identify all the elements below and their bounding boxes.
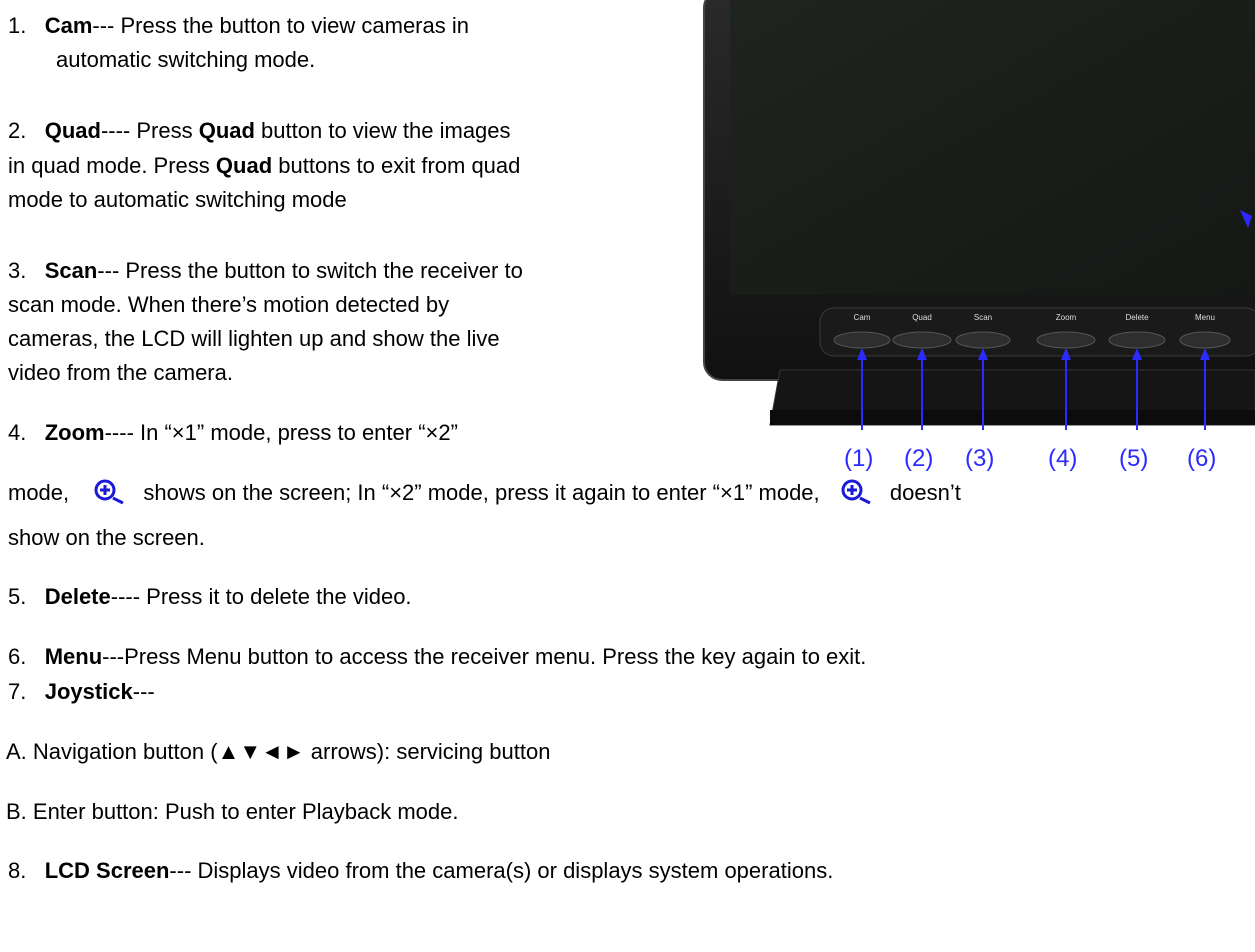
item-lcd: 8. LCD Screen--- Displays video from the… — [8, 857, 833, 885]
item-text: buttons to exit from quad — [272, 153, 521, 178]
item-text: scan mode. When there’s motion detected … — [8, 292, 450, 317]
item-number: 3. — [8, 258, 27, 283]
item-cam: 1. Cam--- Press the button to view camer… — [8, 12, 469, 40]
item-joystick: 7. Joystick--- — [8, 678, 155, 706]
item-title: Menu — [44, 644, 103, 669]
callout-label: (5) — [1119, 445, 1149, 472]
monitor-hardware-button — [1036, 331, 1096, 349]
item-text: mode, — [8, 480, 70, 505]
monitor-illustration: Cam Quad Scan Zoom Delete Menu — [700, 0, 1255, 440]
monitor-button-label: Zoom — [1056, 313, 1077, 322]
item-text-bold: Quad — [198, 118, 255, 143]
item-line: in quad mode. Press Quad buttons to exit… — [8, 152, 520, 180]
item-text: --- Press the button to view cameras in — [92, 13, 469, 38]
monitor-hardware-button — [1108, 331, 1166, 349]
item-number: 8. — [8, 858, 27, 883]
monitor-svg: Cam Quad Scan Zoom Delete Menu — [703, 0, 1255, 440]
callout-label: (4) — [1048, 445, 1078, 472]
item-title: Joystick — [44, 679, 133, 704]
monitor-button-label: Cam — [854, 313, 871, 322]
item-text: ---- Press — [100, 118, 199, 143]
monitor-hardware-button — [892, 331, 952, 349]
item-quad: 2. Quad---- Press Quad button to view th… — [8, 117, 511, 145]
item-number: 6. — [8, 644, 27, 669]
item-delete: 5. Delete---- Press it to delete the vid… — [8, 583, 412, 611]
zoom-in-icon — [93, 478, 127, 513]
item-title: Scan — [44, 258, 98, 283]
item-enter: B. Enter button: Push to enter Playback … — [6, 799, 459, 824]
item-title: Cam — [44, 13, 93, 38]
item-text: ---Press Menu button to access the recei… — [102, 644, 867, 669]
monitor-button-label: Menu — [1195, 313, 1215, 322]
monitor-button-label: Delete — [1125, 313, 1149, 322]
item-text: --- Displays video from the camera(s) or… — [169, 858, 834, 883]
item-text: in quad mode. Press — [8, 153, 216, 178]
item-number: 4. — [8, 420, 27, 445]
item-text: shows on the screen; In “×2” mode, press… — [143, 480, 820, 505]
callout-label: (6) — [1187, 445, 1217, 472]
item-number: 5. — [8, 584, 27, 609]
item-menu: 6. Menu---Press Menu button to access th… — [8, 643, 866, 671]
item-text: ---- Press it to delete the video. — [110, 584, 412, 609]
item-number: 7. — [8, 679, 27, 704]
item-text: --- — [132, 679, 155, 704]
monitor-hardware-button — [833, 331, 891, 349]
item-number: 2. — [8, 118, 27, 143]
item-text: button to view the images — [254, 118, 511, 143]
lcd-screen — [730, 0, 1255, 295]
callout-label: (1) — [844, 445, 874, 472]
item-number: 1. — [8, 13, 27, 38]
item-nav: A. Navigation button (▲▼◄► arrows): serv… — [6, 739, 551, 764]
item-text: ---- In “×1” mode, press to enter “×2” — [104, 420, 458, 445]
item-text: cameras, the LCD will lighten up and sho… — [8, 326, 500, 351]
button-strip — [819, 307, 1255, 357]
callout-label: (3) — [965, 445, 995, 472]
monitor-button-label: Quad — [912, 313, 932, 322]
callout-label: (2) — [904, 445, 934, 472]
item-title: Delete — [44, 584, 111, 609]
item-zoom: 4. Zoom---- In “×1” mode, press to enter… — [8, 419, 458, 447]
item-text: mode to automatic switching mode — [8, 187, 347, 212]
item-title: Quad — [44, 118, 101, 143]
item-text: --- Press the button to switch the recei… — [97, 258, 523, 283]
item-scan: 3. Scan--- Press the button to switch th… — [8, 257, 523, 285]
item-title: Zoom — [44, 420, 105, 445]
monitor-hardware-button — [955, 331, 1011, 349]
item-text: show on the screen. — [8, 525, 205, 550]
callout-row: (1) (2) (3) (4) (5) (6) — [800, 444, 1255, 484]
monitor-hardware-button — [1179, 331, 1231, 349]
monitor-button-label: Scan — [974, 313, 992, 322]
item-title: LCD Screen — [44, 858, 170, 883]
item-text-bold: Quad — [215, 153, 273, 178]
item-text: video from the camera. — [8, 360, 233, 385]
item-text: automatic switching mode. — [56, 47, 316, 72]
